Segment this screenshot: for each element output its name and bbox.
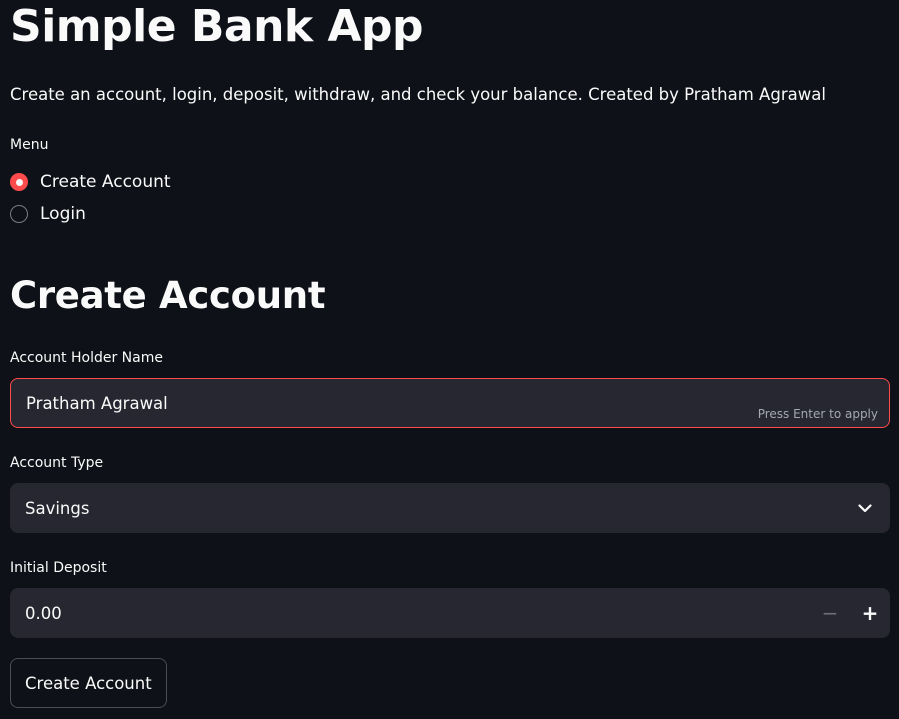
initial-deposit-container: − + [10, 588, 890, 638]
menu-label: Menu [10, 137, 49, 153]
account-type-value: Savings [25, 498, 90, 518]
menu-option-login[interactable]: Login [10, 203, 86, 225]
press-enter-hint: Press Enter to apply [757, 407, 878, 421]
section-heading: Create Account [10, 274, 326, 317]
app-subtitle: Create an account, login, deposit, withd… [10, 85, 826, 104]
app-title: Simple Bank App [10, 1, 424, 52]
initial-deposit-input[interactable] [10, 588, 810, 638]
account-type-label: Account Type [10, 455, 104, 471]
menu-option-create-account[interactable]: Create Account [10, 171, 171, 193]
menu-option-label: Login [40, 204, 86, 224]
chevron-down-icon [855, 498, 875, 518]
account-holder-name-container: Press Enter to apply [10, 378, 890, 428]
radio-checked-icon[interactable] [10, 173, 28, 191]
create-account-button[interactable]: Create Account [10, 658, 167, 708]
radio-unchecked-icon[interactable] [10, 205, 28, 223]
account-type-select[interactable]: Savings [10, 483, 890, 533]
account-holder-name-label: Account Holder Name [10, 350, 163, 366]
menu-option-label: Create Account [40, 172, 171, 192]
app-page: Simple Bank App Create an account, login… [0, 0, 899, 719]
increment-button[interactable]: + [850, 588, 890, 638]
decrement-button[interactable]: − [810, 588, 850, 638]
initial-deposit-label: Initial Deposit [10, 560, 107, 576]
